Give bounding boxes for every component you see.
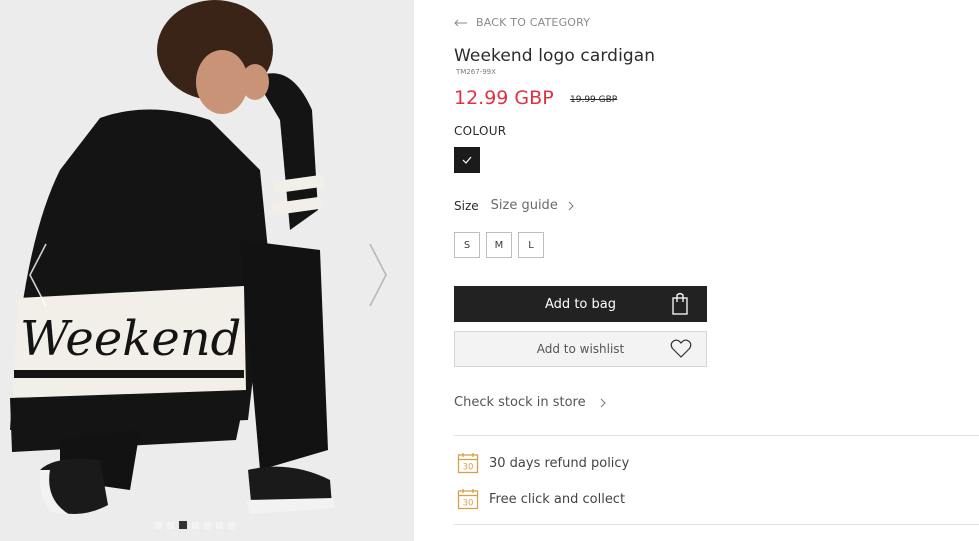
product-photo: Weekend xyxy=(0,0,414,541)
chevron-right-icon xyxy=(600,398,606,407)
product-sku: TM267-99X xyxy=(456,68,496,76)
size-option-s[interactable]: S xyxy=(454,232,480,258)
add-to-wishlist-button[interactable]: Add to wishlist xyxy=(454,331,707,367)
size-guide-label: Size guide xyxy=(490,198,558,213)
divider xyxy=(454,435,979,436)
cardigan-logo-text: Weekend xyxy=(20,311,241,367)
colour-swatch-black[interactable] xyxy=(454,147,480,173)
feature-label: Free click and collect xyxy=(489,491,626,507)
calendar-30-icon: 30 xyxy=(457,453,479,474)
next-image-arrow-icon[interactable] xyxy=(364,240,392,310)
svg-text:30: 30 xyxy=(463,499,474,509)
size-guide-link[interactable]: Size guide xyxy=(491,198,574,213)
gallery-dot[interactable] xyxy=(167,522,174,529)
size-option-l[interactable]: L xyxy=(518,232,544,258)
check-stock-label: Check stock in store xyxy=(454,395,586,410)
gallery-dot[interactable] xyxy=(155,522,162,529)
previous-image-arrow-icon[interactable] xyxy=(24,240,52,310)
original-price: 19.99 GBP xyxy=(570,95,618,105)
shopping-bag-icon xyxy=(672,292,688,315)
calendar-30-icon: 30 xyxy=(457,489,479,510)
colour-label: COLOUR xyxy=(454,124,507,138)
current-price: 12.99 GBP xyxy=(454,87,554,109)
heart-icon xyxy=(670,339,692,358)
product-info-panel: BACK TO CATEGORY Weekend logo cardigan T… xyxy=(454,0,979,541)
product-title: Weekend logo cardigan xyxy=(454,46,656,66)
arrow-left-icon xyxy=(454,19,467,26)
feature-label: 30 days refund policy xyxy=(489,455,630,471)
gallery-pagination xyxy=(155,521,235,529)
gallery-dot[interactable] xyxy=(216,522,223,529)
size-option-m[interactable]: M xyxy=(486,232,512,258)
add-to-wishlist-label: Add to wishlist xyxy=(536,342,625,356)
checkmark-icon xyxy=(462,156,472,164)
gallery-dot[interactable] xyxy=(204,522,211,529)
back-to-category-link[interactable]: BACK TO CATEGORY xyxy=(454,16,590,29)
divider xyxy=(454,524,979,525)
gallery-dot-active[interactable] xyxy=(179,521,187,529)
product-image-gallery: Weekend xyxy=(0,0,414,541)
chevron-right-icon xyxy=(568,201,574,210)
svg-text:30: 30 xyxy=(463,463,474,473)
gallery-dot[interactable] xyxy=(192,522,199,529)
add-to-bag-button[interactable]: Add to bag xyxy=(454,286,707,322)
check-stock-link[interactable]: Check stock in store xyxy=(454,395,606,410)
size-row: Size Size guide xyxy=(454,198,574,213)
gallery-dot[interactable] xyxy=(228,522,235,529)
feature-click-and-collect: 30 Free click and collect xyxy=(457,488,625,510)
back-to-category-label: BACK TO CATEGORY xyxy=(476,16,591,29)
size-selector: S M L xyxy=(454,232,544,258)
size-label: Size xyxy=(454,198,479,213)
add-to-bag-label: Add to bag xyxy=(545,296,616,312)
feature-refund-policy: 30 30 days refund policy xyxy=(457,452,629,474)
